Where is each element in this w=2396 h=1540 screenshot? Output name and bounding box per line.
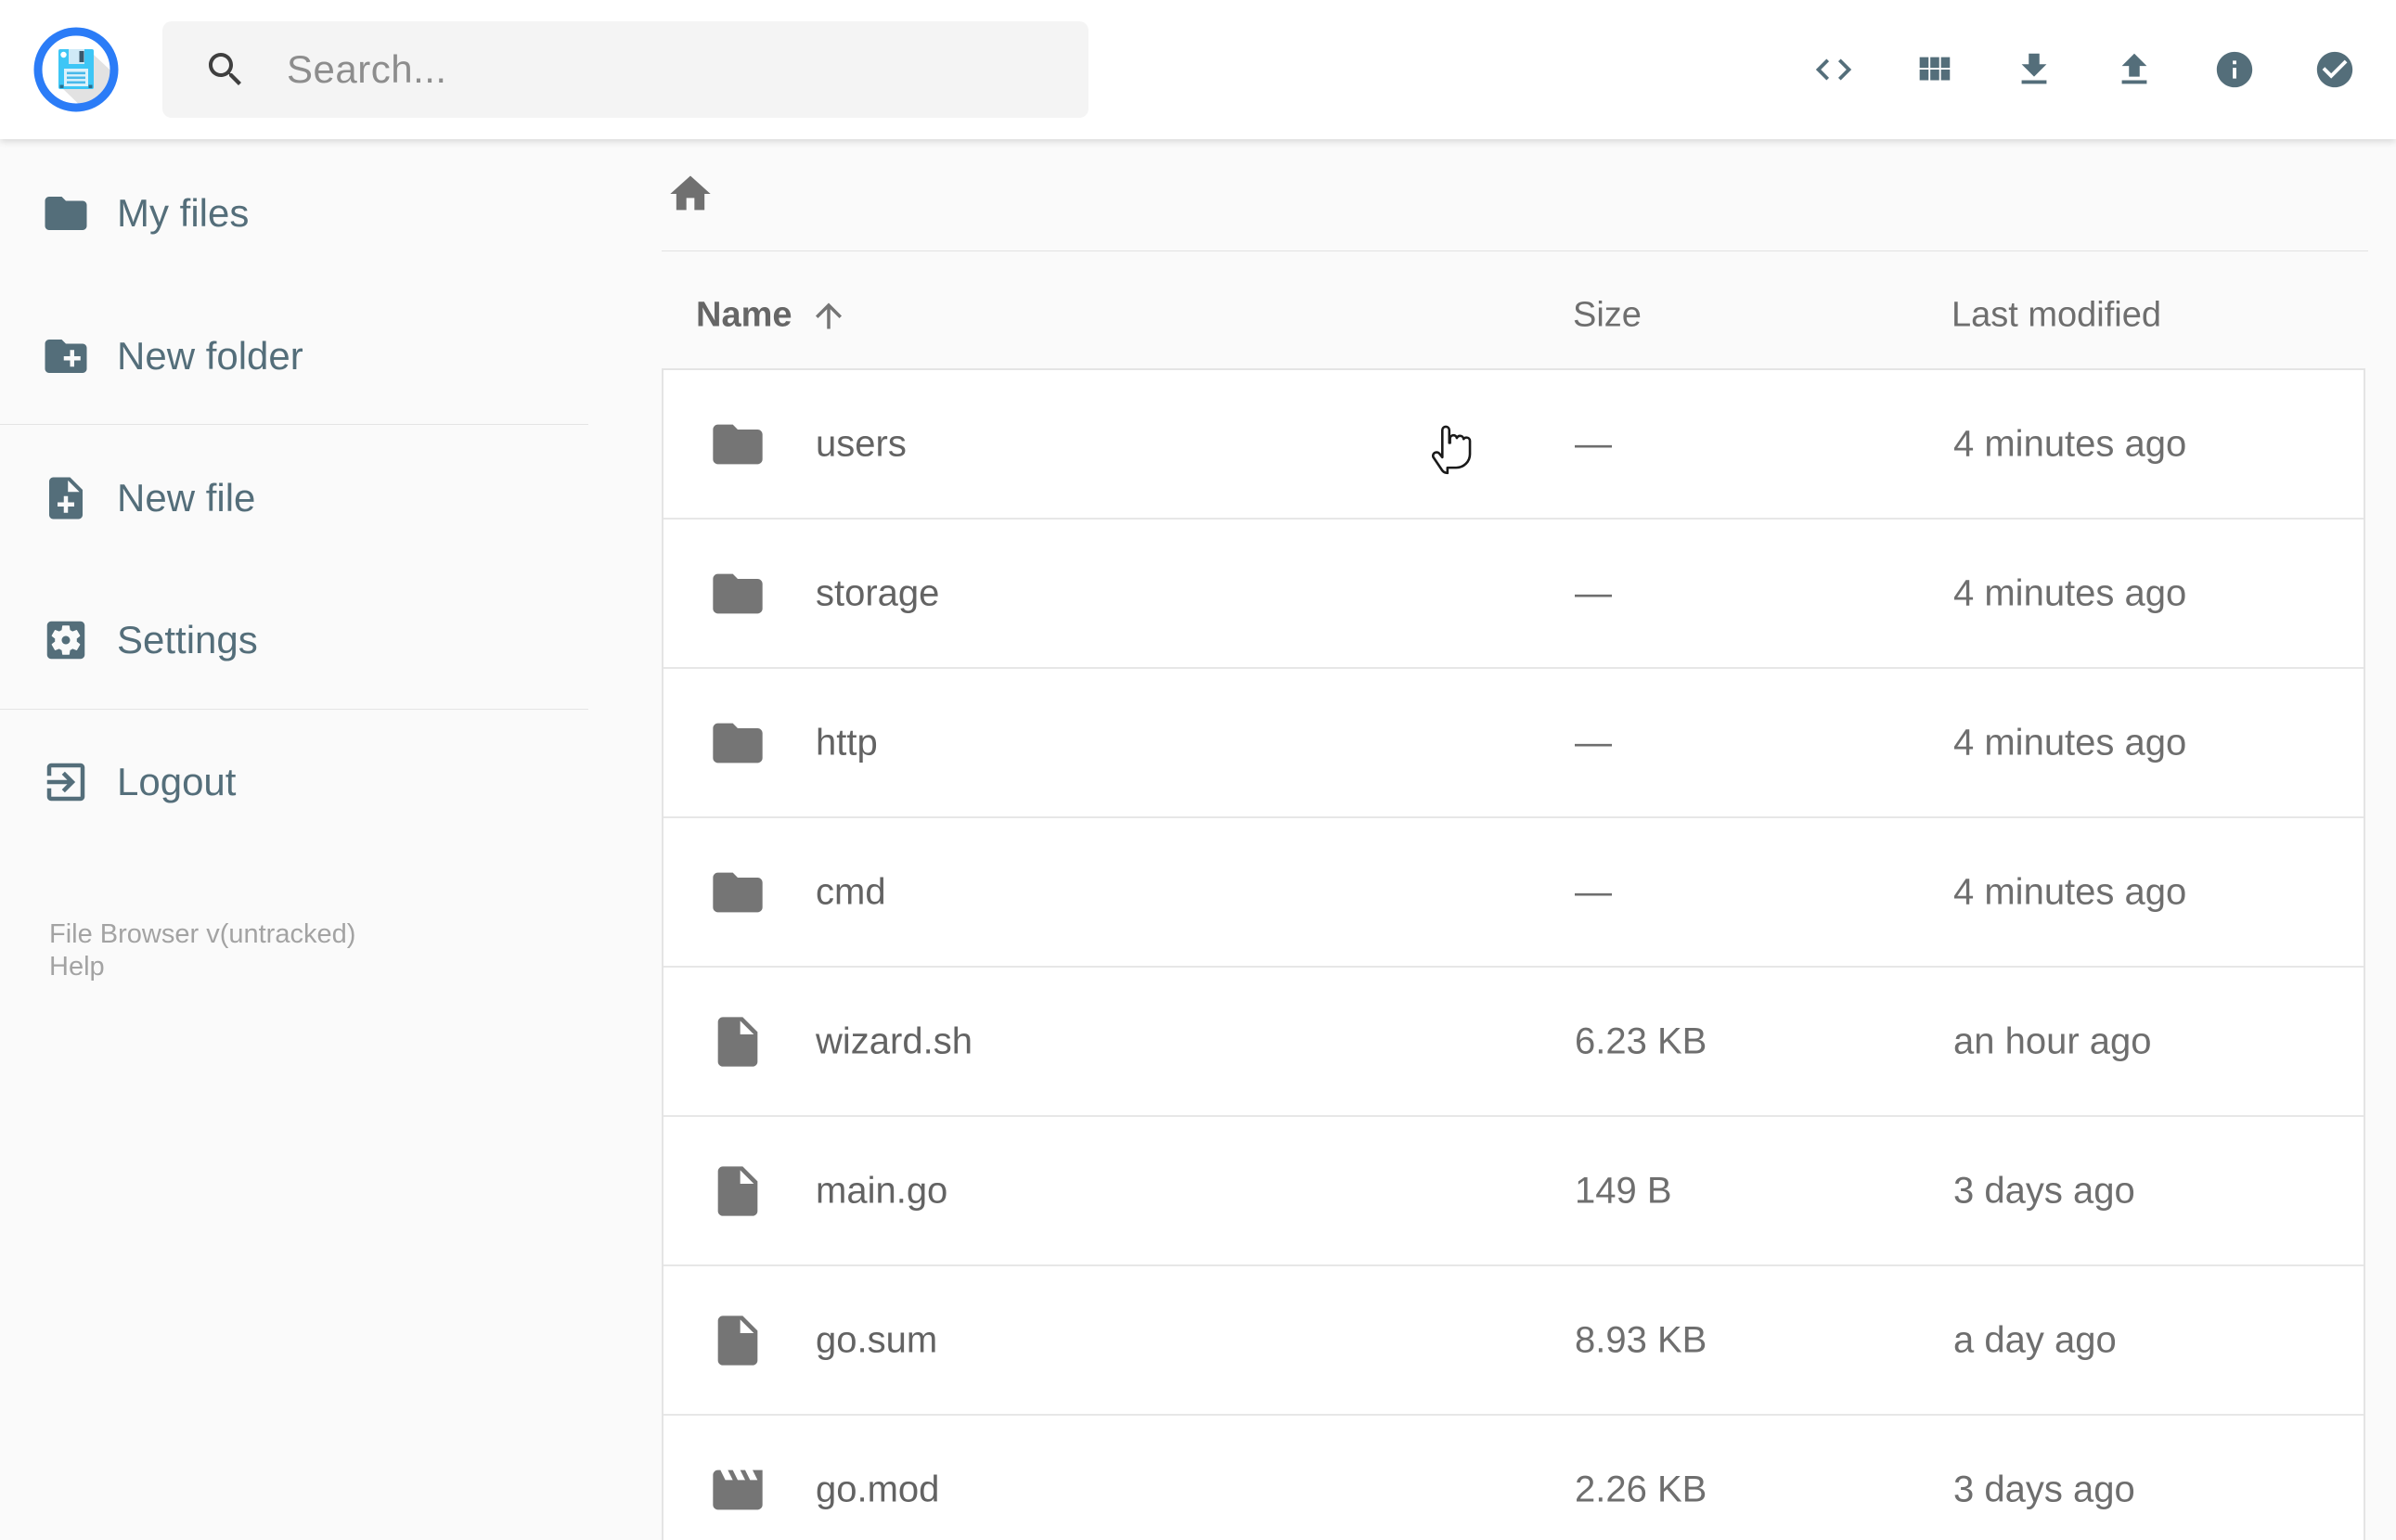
code-icon <box>1812 48 1855 91</box>
column-header-name[interactable]: Name <box>696 296 848 336</box>
file-listing-area: Name Size Last modified users — 4 minute… <box>588 139 2396 1540</box>
sidebar-item-new-folder[interactable]: New folder <box>0 312 588 401</box>
sidebar-item-label: Logout <box>117 760 237 803</box>
file-listing: users — 4 minutes ago storage — 4 minute… <box>662 368 2365 1540</box>
file-modified: an hour ago <box>1953 1020 2152 1061</box>
file-size: — <box>1575 572 1612 613</box>
movie-icon <box>708 1460 767 1520</box>
sidebar-item-label: My files <box>117 191 250 235</box>
file-size: 2.26 KB <box>1575 1469 1707 1509</box>
app-version-text: File Browser v(untracked) <box>49 919 356 949</box>
upload-icon <box>2113 48 2156 91</box>
sidebar-item-label: New folder <box>117 334 303 378</box>
filebrowser-logo[interactable] <box>31 24 122 115</box>
file-modified: 3 days ago <box>1953 1170 2135 1211</box>
file-icon <box>708 1012 767 1072</box>
sidebar-item-settings[interactable]: Settings <box>0 596 588 685</box>
sidebar-footer: File Browser v(untracked) Help <box>49 918 569 983</box>
check-circle-icon <box>2313 48 2356 91</box>
breadcrumb-home-button[interactable] <box>666 170 715 218</box>
info-icon <box>2213 48 2256 91</box>
help-link[interactable]: Help <box>49 951 569 983</box>
sidebar-divider <box>0 424 588 425</box>
sidebar: My files New folder New file Settings Lo… <box>0 139 588 1540</box>
sidebar-item-label: Settings <box>117 618 258 661</box>
file-size: 8.93 KB <box>1575 1319 1707 1360</box>
file-size: — <box>1575 722 1612 763</box>
folder-icon <box>708 863 767 922</box>
column-header-modified[interactable]: Last modified <box>1952 296 2161 336</box>
file-name: wizard.sh <box>816 1020 973 1061</box>
topbar: Search... <box>0 0 2396 139</box>
download-button[interactable] <box>2013 48 2055 91</box>
select-multiple-button[interactable] <box>2313 48 2356 91</box>
file-icon <box>708 1311 767 1370</box>
folder-icon <box>708 415 767 474</box>
file-modified: 3 days ago <box>1953 1469 2135 1509</box>
logout-icon <box>41 757 91 807</box>
settings-gear-icon <box>41 615 91 665</box>
file-row[interactable]: go.mod 2.26 KB 3 days ago <box>663 1416 2364 1540</box>
upload-button[interactable] <box>2113 48 2156 91</box>
code-view-button[interactable] <box>1812 48 1855 91</box>
new-folder-icon <box>41 331 91 381</box>
column-header-name-label: Name <box>696 295 792 335</box>
folder-icon <box>708 713 767 773</box>
sidebar-item-my-files[interactable]: My files <box>0 169 588 258</box>
file-icon <box>708 1161 767 1221</box>
file-modified: 4 minutes ago <box>1953 423 2187 464</box>
file-modified: 4 minutes ago <box>1953 572 2187 613</box>
topbar-actions <box>1812 0 2356 139</box>
file-row[interactable]: wizard.sh 6.23 KB an hour ago <box>663 968 2364 1117</box>
file-modified: 4 minutes ago <box>1953 722 2187 763</box>
search-input[interactable]: Search... <box>162 21 1089 118</box>
file-modified: a day ago <box>1953 1319 2117 1360</box>
file-size: — <box>1575 871 1612 912</box>
file-size: 149 B <box>1575 1170 1672 1211</box>
file-name: main.go <box>816 1170 948 1211</box>
file-name: users <box>816 423 907 464</box>
download-icon <box>2013 48 2055 91</box>
file-name: http <box>816 722 878 763</box>
grid-view-icon <box>1913 48 1955 91</box>
file-modified: 4 minutes ago <box>1953 871 2187 912</box>
file-name: storage <box>816 572 940 613</box>
new-file-icon <box>41 473 91 523</box>
file-row[interactable]: http — 4 minutes ago <box>663 669 2364 818</box>
file-size: 6.23 KB <box>1575 1020 1707 1061</box>
file-size: — <box>1575 423 1612 464</box>
file-name: go.mod <box>816 1469 940 1509</box>
folder-icon <box>41 188 91 238</box>
arrow-up-icon <box>809 296 848 335</box>
sidebar-item-label: New file <box>117 476 256 520</box>
folder-icon <box>708 564 767 623</box>
file-row[interactable]: users — 4 minutes ago <box>663 370 2364 520</box>
file-row[interactable]: cmd — 4 minutes ago <box>663 818 2364 968</box>
file-name: cmd <box>816 871 886 912</box>
search-placeholder: Search... <box>287 47 447 91</box>
sidebar-item-logout[interactable]: Logout <box>0 738 588 827</box>
sidebar-divider <box>0 709 588 710</box>
file-row[interactable]: main.go 149 B 3 days ago <box>663 1117 2364 1266</box>
file-row[interactable]: go.sum 8.93 KB a day ago <box>663 1266 2364 1416</box>
breadcrumb-divider <box>662 250 2368 251</box>
file-name: go.sum <box>816 1319 938 1360</box>
switch-view-button[interactable] <box>1913 48 1955 91</box>
floppy-disk-logo-icon <box>31 24 122 115</box>
home-icon <box>666 170 715 218</box>
info-button[interactable] <box>2213 48 2256 91</box>
file-row[interactable]: storage — 4 minutes ago <box>663 520 2364 669</box>
column-header-size[interactable]: Size <box>1573 296 1642 336</box>
search-icon <box>203 47 248 92</box>
sidebar-item-new-file[interactable]: New file <box>0 454 588 543</box>
